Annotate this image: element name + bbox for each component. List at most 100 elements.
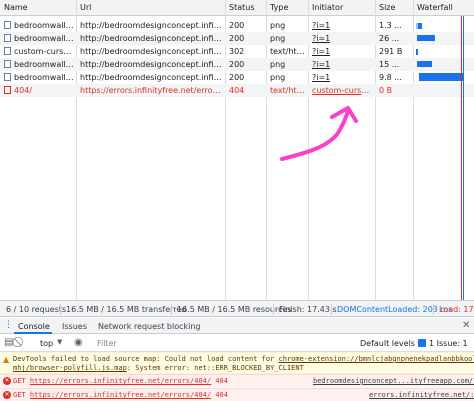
warning-text: DevTools failed to load source map: Coul…: [13, 355, 474, 363]
error-url-link[interactable]: https://errors.infinityfree.net/errors/4…: [30, 391, 211, 399]
network-table: Name Url Status Type Initiator Size Wate…: [0, 0, 474, 300]
http-method: GET: [13, 391, 26, 399]
row-status: 200: [229, 60, 245, 69]
row-initiator-link[interactable]: ?i=1: [312, 73, 330, 82]
column-header-size[interactable]: Size: [379, 3, 395, 12]
table-row[interactable]: bedroomwallco... http://bedroomdesigncon…: [0, 19, 474, 32]
column-header-type[interactable]: Type: [270, 3, 288, 12]
row-type: png: [270, 73, 286, 82]
active-tab-indicator: [14, 332, 52, 334]
row-type: text/html: [270, 86, 306, 95]
table-row[interactable]: 404/ https://errors.infinityfree.net/err…: [0, 84, 474, 97]
table-header: Name Url Status Type Initiator Size Wate…: [0, 0, 474, 16]
table-row[interactable]: bedroomwallco... http://bedroomdesigncon…: [0, 32, 474, 45]
error-icon: ✕: [3, 377, 11, 385]
context-selector[interactable]: top: [40, 339, 53, 348]
issue-icon[interactable]: [418, 339, 426, 347]
source-map-link-cont[interactable]: mhj/browser-polyfill.js.map: [13, 364, 127, 372]
row-name: 404/: [14, 86, 32, 95]
transferred-size: 16.5 MB / 16.5 MB transferred: [66, 305, 187, 314]
row-initiator-link[interactable]: ?i=1: [312, 60, 330, 69]
error-text: GET https://errors.infinityfree.net/erro…: [13, 391, 228, 399]
row-url: http://bedroomdesignconcept.infinityfree…: [80, 21, 223, 30]
source-map-link[interactable]: chrome-extension://bmnlcjabgnpnenekpadla…: [279, 355, 474, 363]
waterfall-bar: [417, 35, 435, 41]
error-icon: ✕: [3, 391, 11, 399]
row-size: 291 B: [379, 47, 403, 56]
row-status: 302: [229, 47, 245, 56]
row-status: 200: [229, 34, 245, 43]
row-initiator-link[interactable]: custom-cursor.png: [312, 86, 374, 95]
image-file-icon: [4, 60, 11, 68]
table-row[interactable]: bedroomwallco... http://bedroomdesigncon…: [0, 71, 474, 84]
warning-suffix: : System error: net::ERR_BLOCKED_BY_CLIE…: [126, 364, 304, 372]
image-file-icon: [4, 73, 11, 81]
column-header-status[interactable]: Status: [229, 3, 255, 12]
dom-content-loaded-line: [463, 16, 464, 300]
annotation-arrow: [280, 106, 358, 161]
row-size: 26 ...: [379, 34, 400, 43]
row-initiator-link[interactable]: ?i=1: [312, 21, 330, 30]
row-size: 0 B: [379, 86, 393, 95]
table-row[interactable]: custom-cursor.p... http://bedroomdesignc…: [0, 45, 474, 58]
tab-network-request-blocking[interactable]: Network request blocking: [98, 322, 201, 331]
error-url-link[interactable]: https://errors.infinityfree.net/errors/4…: [30, 377, 211, 385]
issues-badge[interactable]: 1 Issue: 1: [429, 339, 468, 348]
warning-prefix: DevTools failed to load source map: Coul…: [13, 355, 279, 363]
source-location-link[interactable]: errors.infinityfree.net/:1: [369, 391, 474, 399]
row-name: bedroomwallco...: [14, 60, 74, 69]
more-tabs-icon[interactable]: ⋮: [4, 320, 13, 330]
console-toolbar: ▤ ⃠ top ▼ ◉ Filter Default levels ▾ 1 Is…: [0, 335, 474, 352]
status-code: 404: [215, 391, 228, 399]
row-type: png: [270, 34, 286, 43]
eye-icon[interactable]: ◉: [74, 337, 83, 348]
dom-content-loaded-time: DOMContentLoaded: 203 ms: [337, 305, 453, 314]
row-initiator-link[interactable]: ?i=1: [312, 34, 330, 43]
row-status: 200: [229, 73, 245, 82]
row-name: custom-cursor.p...: [14, 47, 74, 56]
status-code: 404: [215, 377, 228, 385]
row-name: bedroomwallco...: [14, 73, 74, 82]
filter-input[interactable]: Filter: [97, 339, 117, 348]
document-file-icon: [4, 47, 11, 55]
row-size: 9.8 ...: [379, 73, 402, 82]
waterfall-bar: [419, 73, 464, 81]
chevron-down-icon[interactable]: ▼: [57, 338, 62, 346]
column-header-name[interactable]: Name: [4, 3, 28, 12]
tab-console[interactable]: Console: [18, 322, 50, 331]
console-error-message: ✕ GET https://errors.infinityfree.net/er…: [0, 388, 474, 401]
row-url: http://bedroomdesignconcept.infinityfree…: [80, 34, 223, 43]
column-header-waterfall[interactable]: Waterfall: [417, 3, 453, 12]
divider: [331, 304, 332, 315]
source-location-link[interactable]: bedroomdesignconcept...ityfreeapp.com/:6…: [313, 377, 474, 385]
divider: [273, 304, 274, 315]
console-warning-message: ▲ DevTools failed to load source map: Co…: [0, 352, 474, 374]
row-url: https://errors.infinityfree.net/errors/4…: [80, 86, 223, 95]
row-initiator-link[interactable]: ?i=1: [312, 47, 330, 56]
warning-text-line2: mhj/browser-polyfill.js.map: System erro…: [13, 364, 304, 372]
sidebar-toggle-icon[interactable]: ▤: [4, 337, 13, 348]
row-url: http://bedroomdesignconcept.infinityfree…: [80, 47, 223, 56]
error-text: GET https://errors.infinityfree.net/erro…: [13, 377, 228, 385]
warning-icon: ▲: [3, 355, 10, 364]
waterfall-bar: [416, 49, 418, 55]
row-name: bedroomwallco...: [14, 34, 74, 43]
divider: [60, 304, 61, 315]
close-icon[interactable]: ✕: [462, 320, 470, 331]
network-summary-bar: 6 / 10 requests 16.5 MB / 16.5 MB transf…: [0, 300, 474, 317]
row-status: 200: [229, 21, 245, 30]
tab-issues[interactable]: Issues: [62, 322, 87, 331]
waterfall-bar: [418, 23, 422, 29]
row-size: 1.3 ...: [379, 21, 402, 30]
console-error-message: ✕ GET https://errors.infinityfree.net/er…: [0, 374, 474, 387]
log-levels-dropdown[interactable]: Default levels ▾: [360, 339, 422, 348]
resources-size: 16.5 MB / 16.5 MB resources: [177, 305, 292, 314]
column-header-url[interactable]: Url: [80, 3, 91, 12]
divider: [171, 304, 172, 315]
row-status: 404: [229, 86, 245, 95]
column-header-initiator[interactable]: Initiator: [312, 3, 343, 12]
finish-time: Finish: 17.43 s: [279, 305, 337, 314]
table-row[interactable]: bedroomwallco... http://bedroomdesigncon…: [0, 58, 474, 71]
load-time: Load: 17...: [439, 305, 474, 314]
row-url: http://bedroomdesignconcept.infinityfree…: [80, 60, 223, 69]
